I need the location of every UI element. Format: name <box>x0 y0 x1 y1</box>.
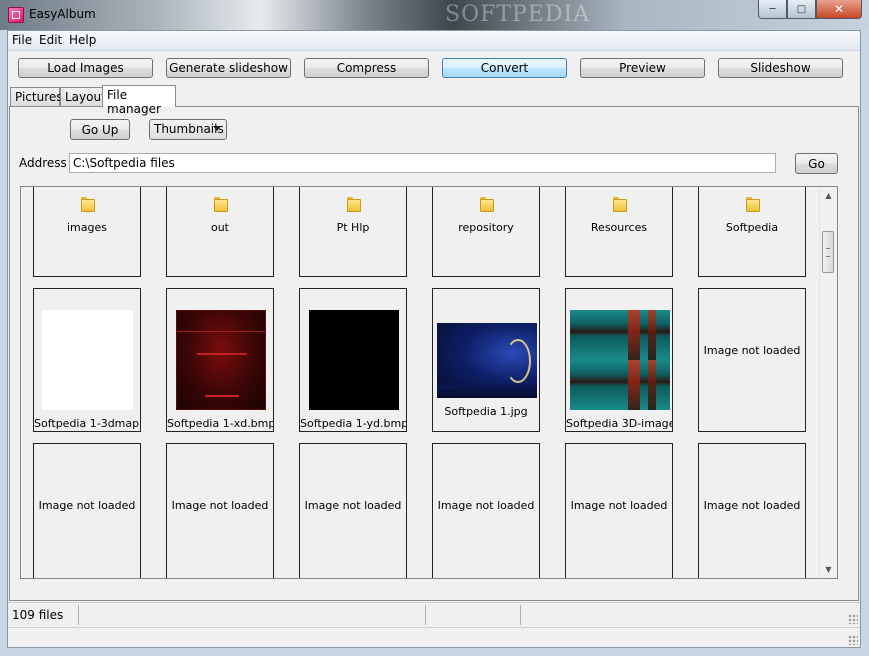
scroll-down-icon[interactable]: ▼ <box>820 561 837 578</box>
thumbnail-image <box>42 310 133 410</box>
compress-button[interactable]: Compress <box>304 58 429 78</box>
watermark-text: SOFTPEDIA <box>445 2 591 27</box>
file-count: 109 files <box>12 608 64 622</box>
vertical-scrollbar[interactable]: ▲ ▼ <box>819 187 837 578</box>
slideshow-button[interactable]: Slideshow <box>718 58 843 78</box>
folder-icon <box>480 197 494 212</box>
chevron-down-icon <box>213 126 221 131</box>
resize-grip-icon[interactable] <box>848 635 858 645</box>
close-icon: ✕ <box>833 2 845 16</box>
minimize-icon: ─ <box>769 3 776 15</box>
view-mode-select[interactable]: Thumbnails <box>149 119 227 140</box>
tab-pictures[interactable]: Pictures <box>10 87 63 106</box>
file-item[interactable]: Image not loaded <box>432 443 540 578</box>
menu-file[interactable]: File <box>12 33 32 47</box>
menu-edit[interactable]: Edit <box>39 33 62 47</box>
app-icon <box>8 7 24 23</box>
image-not-loaded-text: Image not loaded <box>304 499 402 512</box>
go-button[interactable]: Go <box>795 153 838 174</box>
folder-icon <box>214 197 228 212</box>
file-item[interactable]: Image not loaded <box>698 443 806 578</box>
status-separator <box>78 605 79 625</box>
folder-name: Pt Hlp <box>336 221 370 234</box>
minimize-button[interactable]: ─ <box>758 0 787 19</box>
folder-item[interactable]: Resources <box>565 187 673 277</box>
file-item[interactable]: Softpedia 1.jpg <box>432 288 540 432</box>
folder-item[interactable]: Softpedia <box>698 187 806 277</box>
thumbnail-image <box>309 310 399 410</box>
folder-item[interactable]: Pt Hlp <box>299 187 407 277</box>
file-item[interactable]: Image not loaded <box>166 443 274 578</box>
image-not-loaded-text: Image not loaded <box>437 499 535 512</box>
folder-name: repository <box>458 221 514 234</box>
title-bar[interactable]: EasyAlbum SOFTPEDIA ─ □ ✕ <box>0 0 869 30</box>
image-not-loaded-text: Image not loaded <box>570 499 668 512</box>
folder-icon <box>613 197 627 212</box>
image-not-loaded-text: Image not loaded <box>171 499 269 512</box>
folder-name: out <box>210 221 229 234</box>
file-name: Softpedia 1.jpg <box>444 405 528 418</box>
file-name: Softpedia 1-yd.bmp <box>300 417 406 430</box>
resize-grip-icon[interactable] <box>848 614 858 624</box>
file-name: Softpedia 1-3dmap. <box>34 417 140 430</box>
maximize-button[interactable]: □ <box>787 0 816 19</box>
window-title: EasyAlbum <box>29 7 96 21</box>
secondary-status-bar <box>8 627 860 647</box>
file-item[interactable]: Softpedia 1-3dmap. <box>33 288 141 432</box>
menu-help[interactable]: Help <box>69 33 96 47</box>
file-item[interactable]: Image not loaded <box>698 288 806 432</box>
address-input[interactable]: C:\Softpedia files <box>69 153 776 173</box>
maximize-icon: □ <box>796 3 807 15</box>
folder-icon <box>347 197 361 212</box>
client-area: File Edit Help Load Images Generate slid… <box>7 30 861 648</box>
thumbnail-image <box>570 310 670 410</box>
file-item[interactable]: Softpedia 1-xd.bmp <box>166 288 274 432</box>
folder-name: Softpedia <box>725 221 779 234</box>
file-name: Softpedia 3D-image <box>566 417 672 430</box>
file-item[interactable]: Softpedia 1-yd.bmp <box>299 288 407 432</box>
status-separator <box>425 605 426 625</box>
go-up-button[interactable]: Go Up <box>70 119 130 140</box>
file-item[interactable]: Image not loaded <box>565 443 673 578</box>
file-item[interactable]: Image not loaded <box>33 443 141 578</box>
file-item[interactable]: Softpedia 3D-image <box>565 288 673 432</box>
thumbnail-image <box>437 323 537 398</box>
status-bar: 109 files <box>8 602 860 626</box>
file-name: Softpedia 1-xd.bmp <box>167 417 273 430</box>
close-button[interactable]: ✕ <box>816 0 862 19</box>
generate-slideshow-button[interactable]: Generate slideshow <box>166 58 291 78</box>
address-label: Address <box>19 156 67 170</box>
tab-file-manager[interactable]: File manager <box>102 85 176 116</box>
folder-icon <box>746 197 760 212</box>
load-images-button[interactable]: Load Images <box>18 58 153 78</box>
thumbnail-image <box>176 310 266 410</box>
preview-button[interactable]: Preview <box>580 58 705 78</box>
folder-name: Resources <box>590 221 648 234</box>
file-item[interactable]: Image not loaded <box>299 443 407 578</box>
convert-button[interactable]: Convert <box>442 58 567 78</box>
folder-item[interactable]: images <box>33 187 141 277</box>
tab-layout[interactable]: Layout <box>60 87 106 106</box>
status-separator <box>520 605 521 625</box>
folder-item[interactable]: repository <box>432 187 540 277</box>
folder-name: images <box>67 221 107 234</box>
image-not-loaded-text: Image not loaded <box>703 499 801 512</box>
scroll-up-icon[interactable]: ▲ <box>820 187 837 204</box>
scrollbar-thumb[interactable] <box>822 231 834 273</box>
image-not-loaded-text: Image not loaded <box>38 499 136 512</box>
menu-bar: File Edit Help <box>8 31 860 51</box>
window-controls: ─ □ ✕ <box>758 0 862 20</box>
folder-item[interactable]: out <box>166 187 274 277</box>
thumbnail-grid: images out Pt Hlp repository Resources S… <box>20 186 838 579</box>
image-not-loaded-text: Image not loaded <box>703 344 801 357</box>
folder-icon <box>81 197 95 212</box>
app-window: EasyAlbum SOFTPEDIA ─ □ ✕ File Edit Help… <box>0 0 869 656</box>
